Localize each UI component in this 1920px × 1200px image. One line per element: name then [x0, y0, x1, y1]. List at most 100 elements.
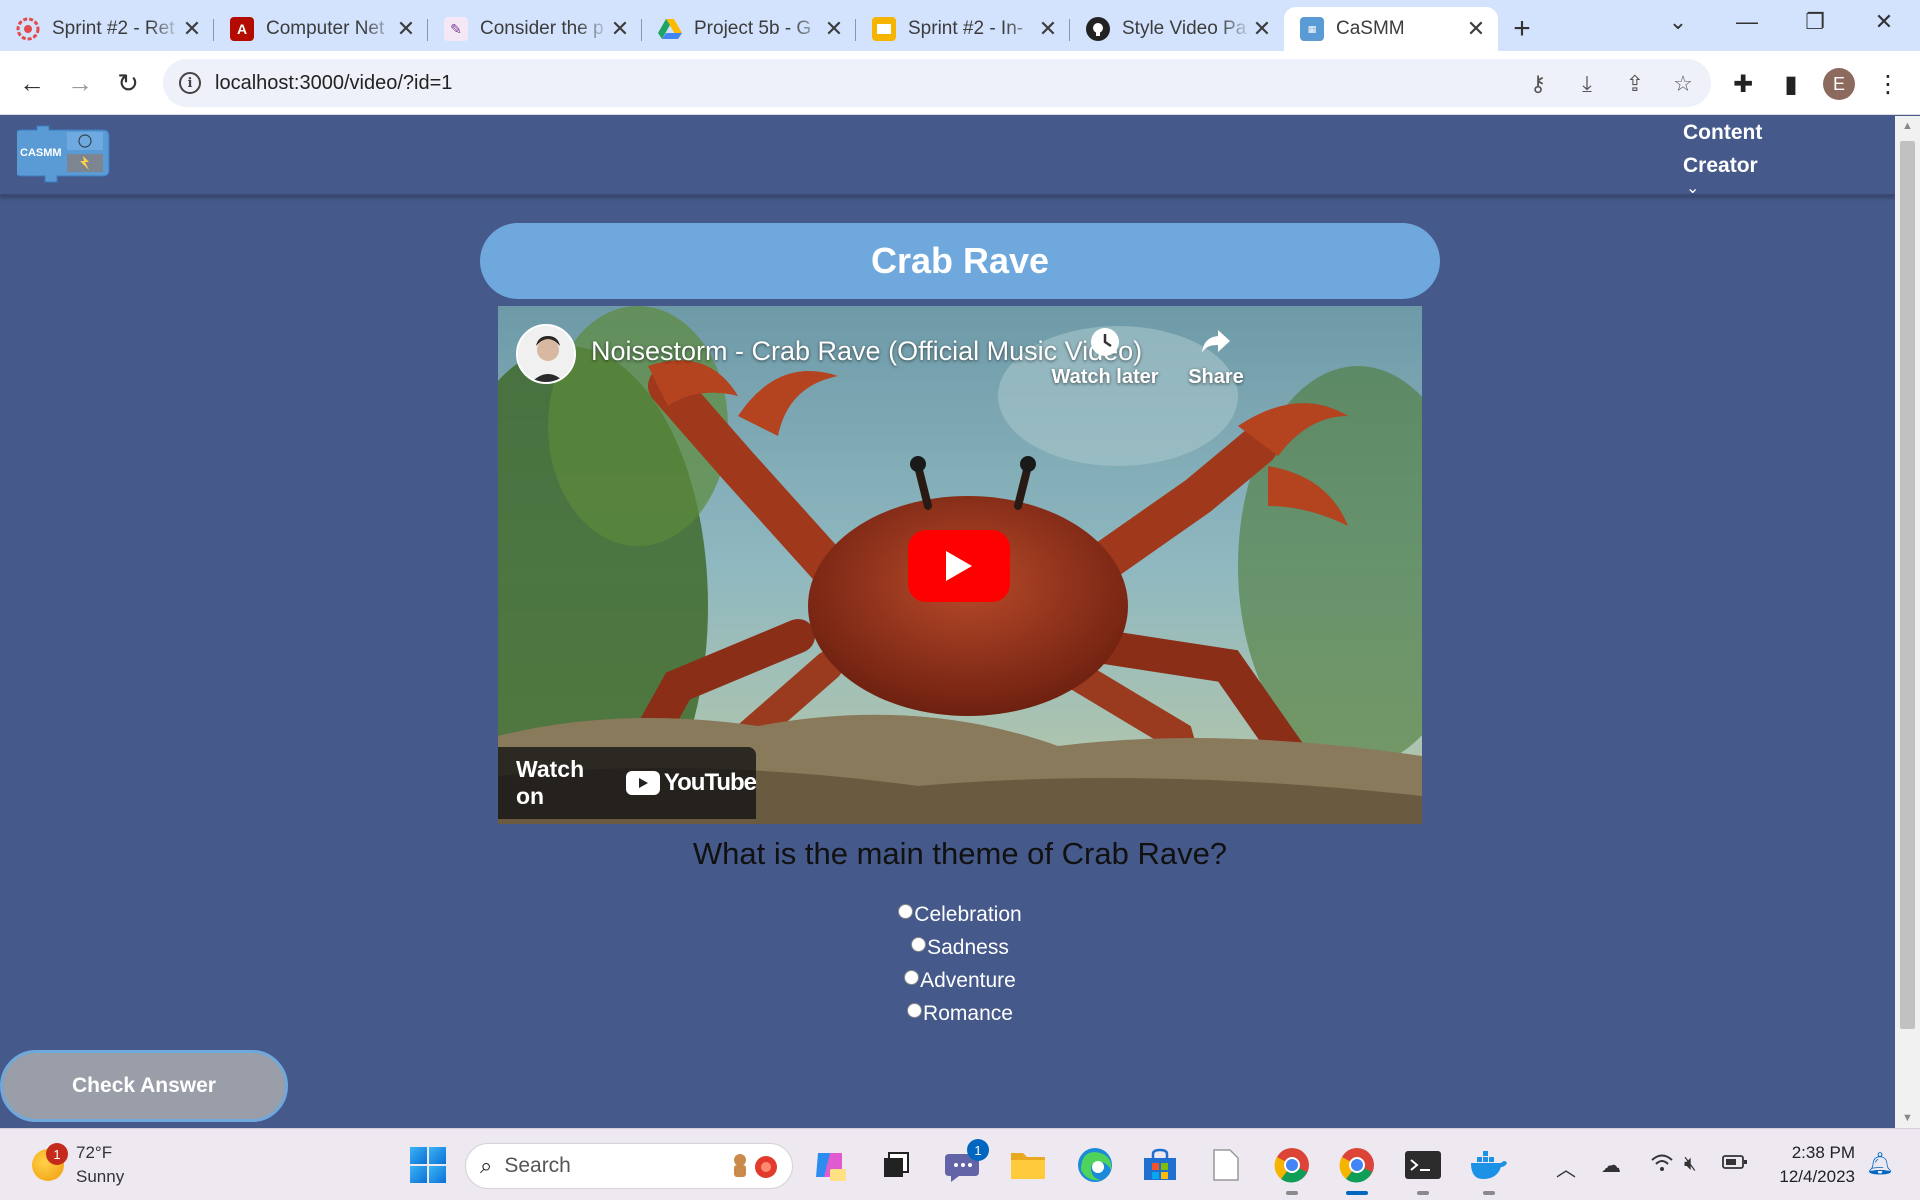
edge-browser-icon[interactable] — [1075, 1145, 1115, 1185]
scrollbar-thumb[interactable] — [1900, 141, 1915, 1029]
quiz-option[interactable]: Celebration — [0, 898, 1895, 931]
pdf-favicon-icon: A — [230, 17, 254, 41]
tab-title: Sprint #2 - Ret — [52, 18, 175, 39]
site-info-icon[interactable]: i — [179, 72, 201, 94]
weather-condition: Sunny — [76, 1167, 125, 1186]
user-role-line2: Creator — [1683, 154, 1758, 177]
chrome-active-icon[interactable] — [1337, 1145, 1377, 1195]
watch-later-button[interactable]: Watch later — [1050, 324, 1160, 389]
battery-icon[interactable] — [1722, 1153, 1748, 1176]
user-role-menu[interactable]: Content Creator — [1683, 116, 1803, 182]
chevron-down-icon[interactable]: ⌄ — [1686, 178, 1699, 198]
app-active-indicator — [1346, 1191, 1368, 1195]
browser-tab[interactable]: Project 5b - G ✕ — [642, 7, 856, 51]
radio-button[interactable] — [907, 1003, 923, 1018]
quiz-option[interactable]: Sadness — [0, 931, 1895, 964]
close-tab-icon[interactable]: ✕ — [824, 16, 844, 42]
bookmark-star-icon[interactable]: ☆ — [1670, 71, 1696, 97]
browser-tab[interactable]: ✎ Consider the p ✕ — [428, 7, 642, 51]
notification-bell-icon[interactable]: 🔔︎ — [1866, 1151, 1894, 1177]
app-running-indicator — [1286, 1191, 1298, 1195]
onedrive-cloud-icon[interactable]: ☁ — [1601, 1153, 1621, 1178]
taskbar-search[interactable]: ⌕ Search — [465, 1143, 793, 1189]
url-text[interactable]: localhost:3000/video/?id=1 — [215, 72, 452, 95]
browser-tab[interactable]: Sprint #2 - In- ✕ — [856, 7, 1070, 51]
quiz-options: Celebration Sadness Adventure Romance — [0, 898, 1895, 1030]
extensions-puzzle-icon[interactable]: ✚ — [1728, 69, 1758, 99]
scroll-up-arrow-icon[interactable]: ▲ — [1895, 116, 1920, 136]
chrome-profile-icon[interactable] — [1272, 1145, 1312, 1195]
browser-tab[interactable]: Sprint #2 - Ret ✕ — [0, 7, 214, 51]
browser-menu-icon[interactable]: ⋮ — [1873, 69, 1903, 99]
close-tab-icon[interactable]: ✕ — [1252, 16, 1272, 42]
quill-favicon-icon: ✎ — [444, 17, 468, 41]
reload-icon[interactable]: ↻ — [110, 65, 146, 101]
file-explorer-icon[interactable] — [1008, 1145, 1048, 1185]
blank-document-icon[interactable] — [1206, 1145, 1246, 1185]
forward-arrow-icon[interactable]: → — [62, 65, 98, 101]
volume-muted-icon[interactable]: 🔇︎ — [1684, 1153, 1697, 1176]
back-arrow-icon[interactable]: ← — [14, 65, 50, 101]
system-clock[interactable]: 2:38 PM 12/4/2023 — [1770, 1141, 1855, 1189]
close-tab-icon[interactable]: ✕ — [396, 16, 416, 42]
minimize-window-icon[interactable]: — — [1713, 0, 1781, 44]
quiz-option[interactable]: Romance — [0, 997, 1895, 1030]
microsoft-store-icon[interactable] — [1140, 1145, 1180, 1185]
tab-search-chevron-icon[interactable]: ⌄ — [1644, 0, 1712, 44]
restore-window-icon[interactable]: ❐ — [1781, 0, 1849, 44]
teams-chat-icon[interactable]: 1 — [943, 1139, 989, 1185]
share-page-icon[interactable]: ⇪ — [1622, 71, 1648, 97]
task-view-icon[interactable] — [876, 1145, 916, 1185]
share-label: Share — [1188, 366, 1244, 388]
new-tab-button[interactable]: + — [1498, 7, 1546, 51]
check-answer-button[interactable]: Check Answer — [0, 1050, 288, 1122]
share-button[interactable]: Share — [1176, 324, 1256, 389]
close-tab-icon[interactable]: ✕ — [182, 16, 202, 42]
radio-button[interactable] — [904, 970, 920, 985]
windows-start-icon[interactable] — [410, 1147, 446, 1183]
app-running-indicator — [1483, 1191, 1495, 1195]
user-role-line1: Content — [1683, 121, 1763, 144]
option-label: Sadness — [927, 935, 1009, 959]
sprint-favicon-icon — [16, 17, 40, 41]
copilot-icon[interactable] — [810, 1145, 850, 1185]
radio-button[interactable] — [911, 937, 927, 952]
password-key-icon[interactable]: ⚷ — [1525, 71, 1551, 97]
scroll-down-arrow-icon[interactable]: ▼ — [1895, 1108, 1920, 1128]
temperature: 72°F — [76, 1143, 113, 1162]
quiz-option[interactable]: Adventure — [0, 964, 1895, 997]
tab-title: Consider the p — [480, 18, 604, 39]
terminal-icon[interactable] — [1403, 1145, 1443, 1195]
close-tab-icon[interactable]: ✕ — [610, 16, 630, 42]
youtube-embed[interactable]: Noisestorm - Crab Rave (Official Music V… — [498, 306, 1422, 824]
app-running-indicator — [1417, 1191, 1429, 1195]
play-button[interactable] — [908, 530, 1010, 602]
address-bar[interactable]: i localhost:3000/video/?id=1 ⚷ ⤓ ⇪ ☆ — [163, 59, 1711, 107]
close-window-icon[interactable]: ✕ — [1850, 0, 1918, 44]
tab-title: Computer Net — [266, 18, 385, 39]
teams-badge: 1 — [967, 1139, 989, 1161]
install-app-icon[interactable]: ⤓ — [1574, 71, 1600, 97]
profile-avatar[interactable]: E — [1823, 68, 1855, 100]
windows-taskbar: 1 72°F Sunny ⌕ Search 1 ︿ ☁ 🔇︎ 2:38 PM 1… — [0, 1128, 1920, 1200]
browser-tab-strip: Sprint #2 - Ret ✕ A Computer Net ✕ ✎ Con… — [0, 0, 1920, 51]
browser-tab-active[interactable]: ▦ CaSMM ✕ — [1284, 7, 1498, 51]
close-tab-icon[interactable]: ✕ — [1466, 16, 1486, 42]
watch-on-label: Watch on — [516, 756, 585, 809]
channel-avatar[interactable] — [516, 324, 576, 384]
docker-icon[interactable] — [1469, 1145, 1509, 1195]
side-panel-icon[interactable]: ▮ — [1776, 69, 1806, 99]
browser-tab[interactable]: Style Video Pa ✕ — [1070, 7, 1284, 51]
watch-on-youtube-link[interactable]: Watch on YouTube — [498, 747, 757, 819]
play-icon — [946, 551, 972, 581]
youtube-logo: YouTube — [625, 769, 757, 797]
show-hidden-icons-chevron[interactable]: ︿ — [1556, 1153, 1576, 1182]
weather-widget[interactable]: 1 72°F Sunny — [32, 1141, 124, 1189]
radio-button[interactable] — [898, 904, 914, 919]
close-tab-icon[interactable]: ✕ — [1038, 16, 1058, 42]
casmm-logo[interactable]: CASMM — [14, 124, 115, 186]
wifi-icon[interactable] — [1650, 1153, 1674, 1179]
page-scrollbar[interactable]: ▲ ▼ — [1895, 116, 1920, 1128]
page-viewport: CASMM Content Creator ⌄ Crab Rave Noises… — [0, 116, 1895, 1128]
browser-tab[interactable]: A Computer Net ✕ — [214, 7, 428, 51]
